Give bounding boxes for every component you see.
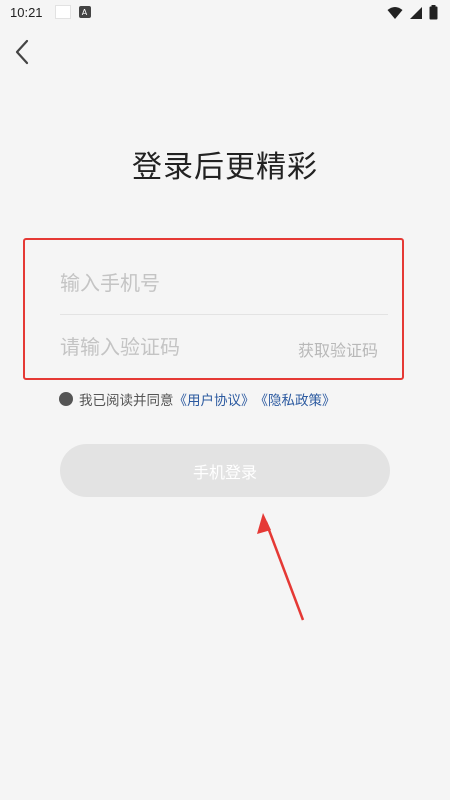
status-bar: 10:21 A [0,0,450,24]
wifi-icon [387,6,403,19]
status-icons [387,5,438,20]
page-title: 登录后更精彩 [132,150,318,185]
battery-icon [429,5,438,20]
get-code-button[interactable]: 获取验证码 [298,337,378,361]
agreement-checkbox[interactable] [59,392,73,406]
login-form-highlight: 获取验证码 [23,238,404,380]
signal-icon [410,6,422,19]
notification-square-icon [54,5,71,19]
user-agreement-link[interactable]: 《用户协议》 [174,389,255,409]
status-time: 10:21 [10,4,43,20]
agreement-row: 我已阅读并同意 《用户协议》 《隐私政策》 [59,389,336,409]
verification-code-input[interactable] [60,330,260,364]
back-button[interactable] [8,38,36,66]
form-divider [60,314,388,315]
phone-input[interactable] [60,266,380,300]
a-badge-icon: A [78,6,91,18]
phone-login-button[interactable]: 手机登录 [60,444,390,497]
chevron-left-icon [15,39,29,65]
agreement-prefix: 我已阅读并同意 [79,393,174,409]
privacy-policy-link[interactable]: 《隐私政策》 [255,389,336,409]
